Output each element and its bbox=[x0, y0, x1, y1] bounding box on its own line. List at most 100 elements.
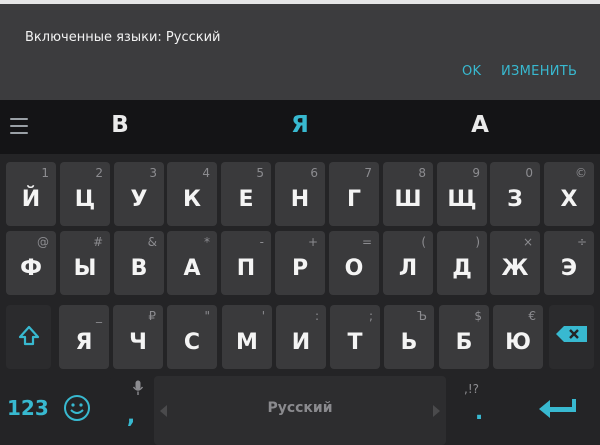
dialog-message: Включенные языки: Русский bbox=[25, 30, 221, 45]
key-hint: 5 bbox=[256, 166, 264, 180]
key-В[interactable]: & В bbox=[114, 231, 164, 295]
backspace-icon bbox=[556, 326, 587, 342]
key-label: Н bbox=[290, 187, 310, 212]
key-hint: Ъ bbox=[417, 309, 427, 323]
key-Щ[interactable]: 9Щ bbox=[437, 162, 487, 226]
space-label: Русский bbox=[267, 400, 333, 416]
key-label: У bbox=[130, 187, 148, 212]
keyboard: 1 Й 2 Ц 3 У 4 К 5 Е 6 Н 7 Г 8 Ш 9 Щ 0 З © Х @ Ф # Ы & В * А - П + Р = О(Л)… bbox=[0, 154, 600, 445]
key-И[interactable]: :И bbox=[276, 305, 326, 369]
key-Я[interactable]: _ Я bbox=[59, 305, 109, 369]
key-label: В bbox=[130, 256, 148, 281]
key-Й[interactable]: 1Й bbox=[6, 162, 56, 226]
key-hint: - bbox=[259, 235, 264, 249]
period-hint: ,!? bbox=[464, 382, 479, 396]
key-З[interactable]: 0З bbox=[490, 162, 540, 226]
key-Т[interactable]: ; Т bbox=[330, 305, 380, 369]
comma-label: , bbox=[126, 404, 136, 429]
key-label: Ш bbox=[394, 187, 422, 212]
key-label: Ц bbox=[74, 187, 96, 212]
key-hint: * bbox=[204, 235, 210, 249]
key-hint: 4 bbox=[202, 166, 210, 180]
key-hint: & bbox=[147, 235, 157, 249]
key-hint: 7 bbox=[364, 166, 372, 180]
key-hint: ' bbox=[261, 309, 265, 323]
menu-icon[interactable] bbox=[10, 118, 28, 135]
key-label: Й bbox=[21, 187, 41, 212]
space-key[interactable]: Русский bbox=[154, 376, 446, 445]
key-К[interactable]: 4К bbox=[167, 162, 217, 226]
key-Б[interactable]: $ Б bbox=[439, 305, 489, 369]
key-label: Д bbox=[452, 256, 472, 281]
suggestion-3[interactable]: А bbox=[450, 112, 510, 138]
key-Д[interactable]: ) Д bbox=[437, 231, 487, 295]
key-Р[interactable]: + Р bbox=[275, 231, 325, 295]
key-Ж[interactable]: × Ж bbox=[490, 231, 540, 295]
shift-key[interactable] bbox=[6, 305, 51, 369]
key-Ь[interactable]: ЪЬ bbox=[384, 305, 434, 369]
key-Н[interactable]: 6Н bbox=[275, 162, 325, 226]
shift-icon bbox=[18, 325, 40, 346]
enter-key[interactable] bbox=[522, 376, 600, 445]
key-Э[interactable]: ÷ Э bbox=[544, 231, 594, 295]
key-label: И bbox=[291, 330, 311, 355]
key-hint: 8 bbox=[418, 166, 426, 180]
key-hint: ( bbox=[421, 235, 426, 249]
key-М[interactable]: ' М bbox=[222, 305, 272, 369]
key-Ю[interactable]: € Ю bbox=[493, 305, 543, 369]
key-label: Ь bbox=[400, 330, 418, 355]
key-hint: ) bbox=[475, 235, 480, 249]
period-label: . bbox=[474, 400, 484, 425]
key-label: Щ bbox=[447, 187, 477, 212]
ok-button[interactable]: OK bbox=[462, 64, 481, 79]
key-label: Р bbox=[291, 256, 309, 281]
key-Ч[interactable]: ₽ Ч bbox=[113, 305, 163, 369]
key-hint: ₽ bbox=[148, 309, 156, 323]
key-А[interactable]: * А bbox=[167, 231, 217, 295]
key-hint: $ bbox=[474, 309, 482, 323]
key-hint: ; bbox=[368, 309, 373, 323]
key-label: Т bbox=[347, 330, 363, 355]
key-Х[interactable]: © Х bbox=[544, 162, 594, 226]
key-У[interactable]: 3У bbox=[114, 162, 164, 226]
suggestion-bar: В Я А bbox=[0, 100, 600, 154]
key-label: З bbox=[507, 187, 523, 212]
key-Г[interactable]: 7Г bbox=[329, 162, 379, 226]
enabled-languages-dialog: Включенные языки: Русский OK ИЗМЕНИТЬ bbox=[0, 4, 600, 100]
suggestion-2[interactable]: Я bbox=[270, 112, 330, 138]
key-Ы[interactable]: # Ы bbox=[60, 231, 110, 295]
period-key[interactable]: ,!? . bbox=[448, 376, 518, 445]
symbols-key[interactable]: 123 bbox=[0, 376, 108, 445]
key-label: Э bbox=[560, 256, 578, 281]
key-label: Х bbox=[560, 187, 578, 212]
key-label: Я bbox=[75, 330, 93, 355]
key-О[interactable]: = О bbox=[329, 231, 379, 295]
key-hint: + bbox=[307, 235, 318, 249]
key-label: Е bbox=[238, 187, 254, 212]
key-hint: ÷ bbox=[576, 235, 587, 249]
key-label: Ф bbox=[20, 256, 42, 281]
key-hint: 9 bbox=[472, 166, 480, 180]
key-Л[interactable]: (Л bbox=[383, 231, 433, 295]
comma-key[interactable]: , bbox=[110, 376, 152, 445]
key-П[interactable]: -П bbox=[221, 231, 271, 295]
key-label: О bbox=[344, 256, 364, 281]
suggestion-1[interactable]: В bbox=[90, 112, 150, 138]
key-Ш[interactable]: 8Ш bbox=[383, 162, 433, 226]
key-Ц[interactable]: 2Ц bbox=[60, 162, 110, 226]
key-label: Ы bbox=[73, 256, 97, 281]
key-Е[interactable]: 5Е bbox=[221, 162, 271, 226]
key-С[interactable]: " С bbox=[167, 305, 217, 369]
key-hint: _ bbox=[96, 309, 102, 323]
key-label: Б bbox=[455, 330, 473, 355]
symbols-label: 123 bbox=[7, 396, 49, 420]
key-label: Ж bbox=[501, 256, 529, 281]
key-label: Ч bbox=[129, 330, 147, 355]
key-label: Л bbox=[398, 256, 418, 281]
key-label: К bbox=[183, 187, 201, 212]
backspace-key[interactable] bbox=[549, 305, 594, 369]
emoji-icon[interactable] bbox=[63, 394, 91, 422]
change-button[interactable]: ИЗМЕНИТЬ bbox=[501, 64, 577, 79]
key-Ф[interactable]: @ Ф bbox=[6, 231, 56, 295]
key-hint: @ bbox=[37, 235, 49, 249]
